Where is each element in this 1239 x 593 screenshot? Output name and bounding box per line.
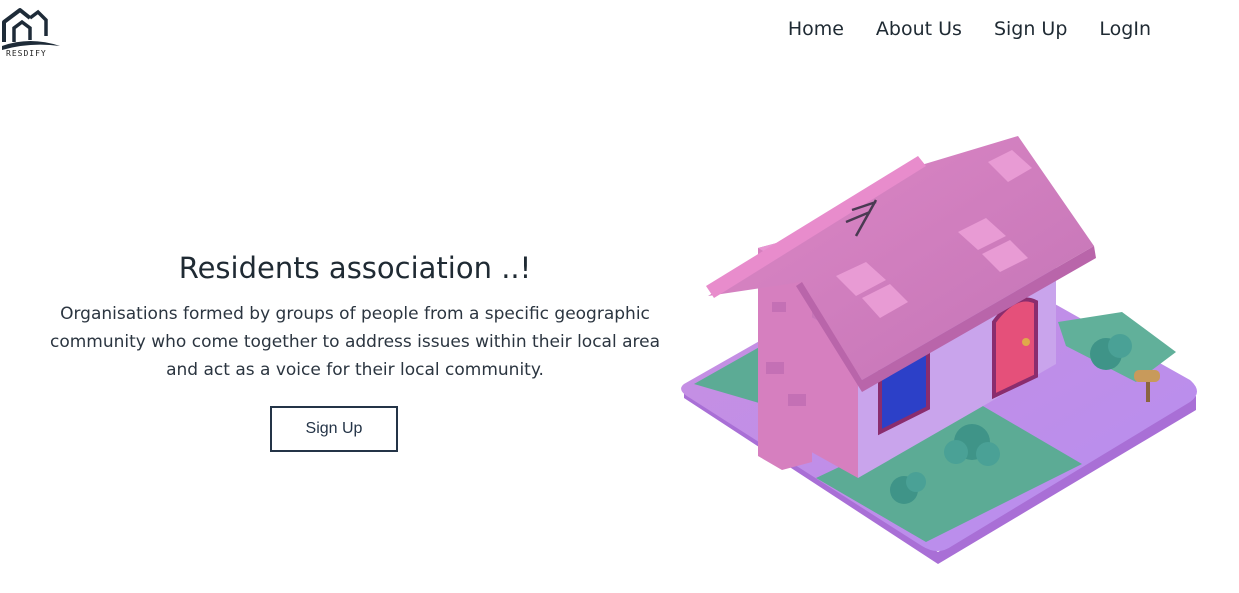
hero-description: Organisations formed by groups of people… bbox=[40, 300, 670, 384]
house-logo-icon bbox=[2, 8, 60, 50]
hero-description-line: community who come together to address i… bbox=[49, 332, 661, 352]
hero-title: Residents association ..! bbox=[178, 251, 532, 285]
main-nav: Home About Us Sign Up LogIn bbox=[788, 14, 1151, 44]
hero-description-line: Organisations formed by groups of people… bbox=[60, 304, 650, 324]
nav-login[interactable]: LogIn bbox=[1099, 14, 1151, 44]
brand-logo[interactable]: RESDIFY bbox=[0, 6, 62, 58]
house-illustration bbox=[676, 126, 1202, 570]
nav-home[interactable]: Home bbox=[788, 14, 844, 44]
brand-name: RESDIFY bbox=[6, 49, 47, 58]
house-illustration-icon bbox=[681, 136, 1197, 564]
nav-about-us[interactable]: About Us bbox=[876, 14, 962, 44]
hero-section: Residents association ..! Organisations … bbox=[40, 246, 670, 384]
nav-sign-up[interactable]: Sign Up bbox=[994, 14, 1067, 44]
hero-sign-up-button[interactable]: Sign Up bbox=[270, 406, 398, 452]
hero-description-line: and act as a voice for their local commu… bbox=[166, 360, 544, 380]
